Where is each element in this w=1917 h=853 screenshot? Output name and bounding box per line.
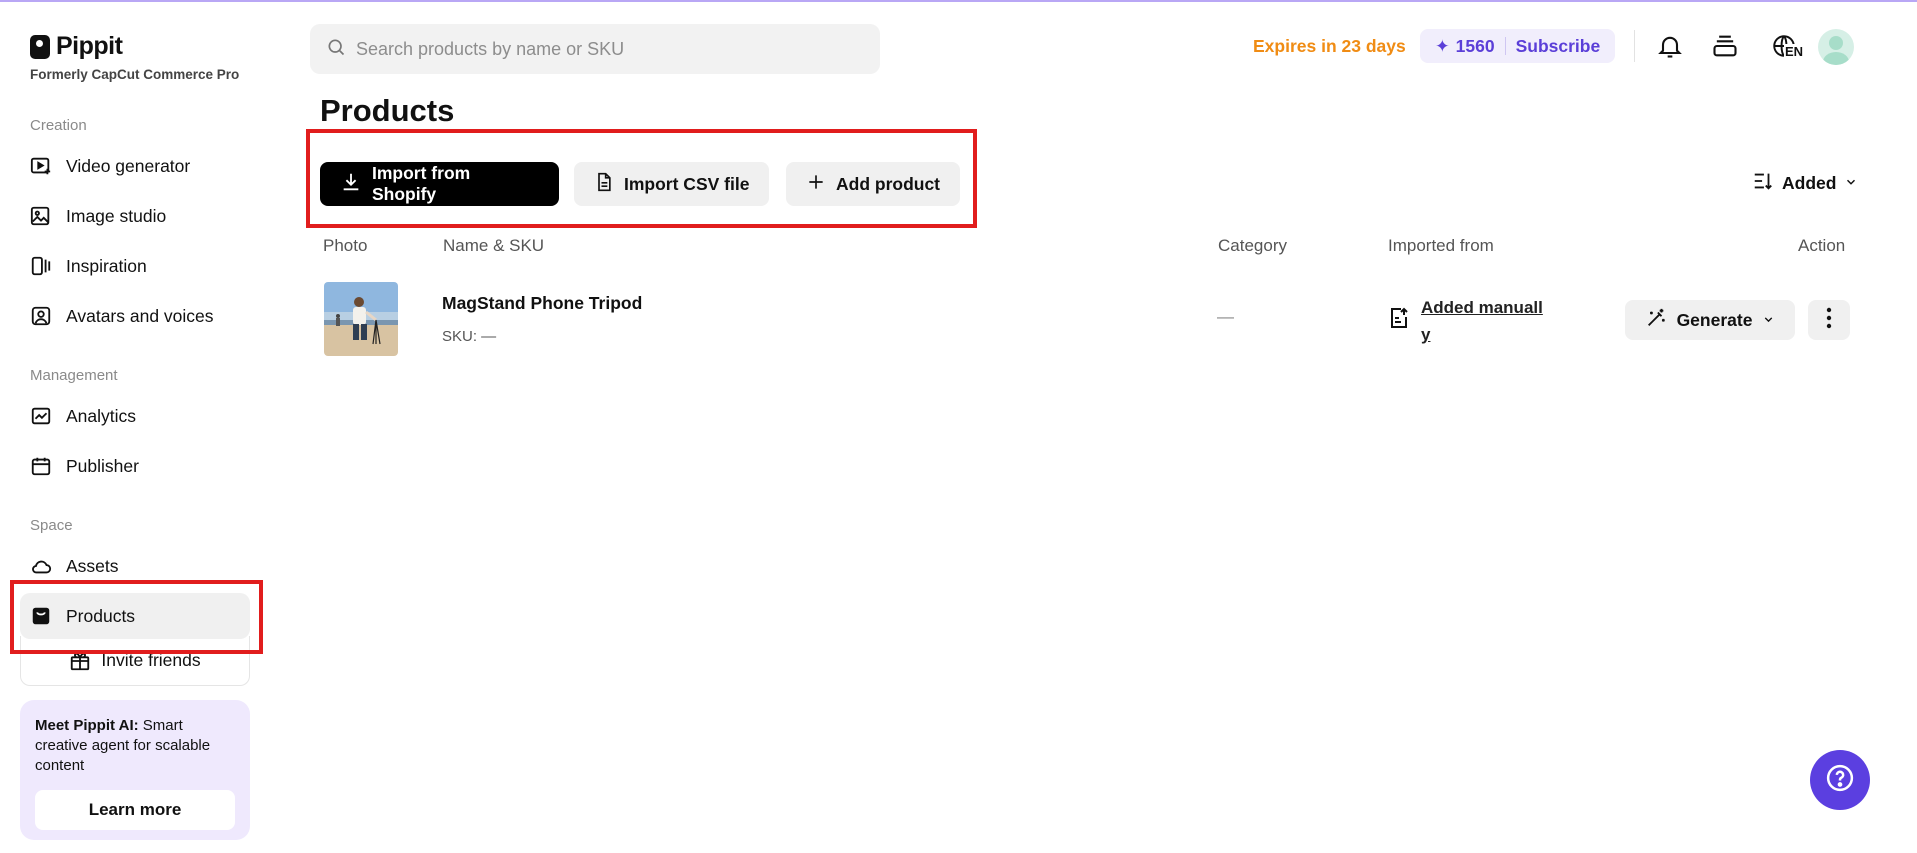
magic-wand-icon (1645, 307, 1667, 334)
stack-icon[interactable] (1709, 30, 1741, 62)
user-avatar[interactable] (1818, 29, 1854, 65)
cloud-icon (30, 555, 52, 577)
more-options-button[interactable] (1808, 300, 1850, 340)
search-bar[interactable] (310, 24, 880, 74)
question-mark-icon (1825, 763, 1855, 798)
product-name[interactable]: MagStand Phone Tripod (442, 293, 642, 314)
added-manually-link[interactable]: Added manually (1421, 294, 1551, 348)
sidebar-item-label: Assets (66, 555, 119, 576)
column-header-name-sku: Name & SKU (443, 236, 545, 255)
imported-from-cell: Added manually (1387, 294, 1551, 348)
video-generator-icon (30, 155, 52, 177)
sidebar-item-publisher[interactable]: Publisher (20, 443, 250, 489)
divider (1634, 30, 1635, 62)
sort-label: Added (1782, 173, 1837, 193)
sidebar-item-label: Image studio (66, 205, 167, 226)
section-label-creation: Creation (30, 117, 87, 134)
language-code: EN (1784, 44, 1805, 59)
divider (1504, 37, 1506, 55)
subscribe-link[interactable]: Subscribe (1516, 36, 1601, 57)
promo-card: Meet Pippit AI: Smart creative agent for… (20, 700, 250, 840)
column-header-imported-from: Imported from (1388, 236, 1494, 255)
sidebar-item-inspiration[interactable]: Inspiration (20, 243, 250, 289)
inspiration-icon (30, 255, 52, 277)
sidebar-item-label: Analytics (66, 405, 137, 426)
image-studio-icon (30, 205, 52, 227)
highlight-box-products (10, 580, 263, 654)
sort-icon (1752, 170, 1774, 197)
sort-dropdown[interactable]: Added (1752, 170, 1858, 197)
column-header-action: Action (1798, 236, 1846, 255)
sparkle-icon: ✦ (1435, 35, 1450, 56)
trial-expiry-text[interactable]: Expires in 23 days (1253, 36, 1406, 57)
product-category: — (1217, 307, 1234, 326)
search-icon (326, 37, 346, 62)
search-input[interactable] (356, 38, 856, 60)
credits-subscribe-pill[interactable]: ✦ 1560 Subscribe (1420, 29, 1616, 63)
chevron-down-icon (1762, 310, 1775, 331)
analytics-icon (30, 405, 52, 427)
brand-subtitle: Formerly CapCut Commerce Pro (30, 67, 240, 82)
sidebar-item-image-studio[interactable]: Image studio (20, 193, 250, 239)
product-sku: SKU: — (442, 328, 497, 345)
sidebar-item-analytics[interactable]: Analytics (20, 393, 250, 439)
page-title: Products (320, 93, 455, 128)
credits-count: 1560 (1455, 35, 1495, 56)
sidebar: Pippit Formerly CapCut Commerce Pro Crea… (0, 0, 268, 853)
learn-more-button[interactable]: Learn more (35, 790, 235, 830)
notification-bell-icon[interactable] (1654, 30, 1686, 62)
language-globe-icon[interactable]: EN (1764, 30, 1805, 62)
column-header-photo: Photo (323, 236, 368, 255)
sidebar-item-video-generator[interactable]: Video generator (20, 143, 250, 189)
manual-upload-icon (1387, 306, 1411, 335)
section-label-space: Space (30, 517, 73, 534)
pippit-logo-icon (30, 34, 50, 59)
avatar-icon (30, 305, 52, 327)
sidebar-item-label: Avatars and voices (66, 305, 214, 326)
section-label-management: Management (30, 367, 118, 384)
sidebar-item-label: Inspiration (66, 255, 147, 276)
brand-name: Pippit (56, 32, 123, 60)
kebab-menu-icon (1826, 307, 1832, 334)
sidebar-item-label: Publisher (66, 455, 139, 476)
chevron-down-icon (1844, 173, 1858, 194)
help-button[interactable] (1810, 750, 1870, 810)
column-header-category: Category (1218, 236, 1287, 255)
sidebar-item-label: Video generator (66, 155, 191, 176)
sidebar-item-avatars-voices[interactable]: Avatars and voices (20, 293, 250, 339)
highlight-box-actions (306, 129, 977, 228)
product-thumbnail[interactable] (324, 282, 398, 356)
brand-logo[interactable]: Pippit (30, 32, 123, 61)
calendar-icon (30, 455, 52, 477)
generate-label: Generate (1676, 309, 1753, 330)
promo-text: Meet Pippit AI: Smart creative agent for… (35, 717, 211, 774)
generate-button[interactable]: Generate (1625, 300, 1795, 340)
